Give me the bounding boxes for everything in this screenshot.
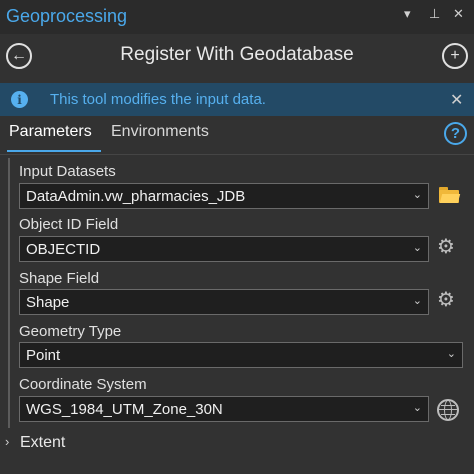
parameters-group-bar (8, 158, 10, 428)
pane-menu-icon[interactable]: ▾ (404, 6, 411, 22)
pane-title: Geoprocessing (6, 6, 128, 26)
chevron-down-icon: ⌄ (446, 348, 456, 360)
geometry-type-value: Point (26, 347, 61, 364)
object-id-field-dropdown[interactable]: OBJECTID ⌄ (19, 236, 429, 262)
help-icon[interactable]: ? (444, 122, 467, 145)
object-id-field-label: Object ID Field (19, 216, 119, 233)
close-pane-icon[interactable]: ✕ (453, 6, 464, 22)
geometry-type-dropdown[interactable]: Point ⌄ (19, 342, 463, 368)
chevron-down-icon: ⌄ (412, 189, 422, 201)
geometry-type-label: Geometry Type (19, 323, 122, 340)
coordinate-system-label: Coordinate System (19, 376, 147, 393)
input-datasets-value: DataAdmin.vw_pharmacies_JDB (26, 188, 246, 205)
chevron-down-icon: ⌄ (412, 242, 422, 254)
info-icon: i (11, 91, 28, 108)
chevron-down-icon: ⌄ (412, 402, 422, 414)
shape-field-dropdown[interactable]: Shape ⌄ (19, 289, 429, 315)
active-tab-indicator (7, 150, 101, 152)
tab-strip: Parameters Environments ? (0, 116, 474, 154)
add-plus-icon[interactable]: + (442, 43, 468, 69)
title-bar: Geoprocessing ▾ ⊥ ✕ (0, 0, 474, 34)
pin-icon[interactable]: ⊥ (429, 6, 440, 22)
gear-icon[interactable]: ⚙ (437, 290, 455, 310)
chevron-down-icon: ⌄ (412, 295, 422, 307)
chevron-right-icon: › (5, 434, 10, 449)
tab-divider (0, 154, 474, 155)
shape-field-label: Shape Field (19, 270, 100, 287)
coordinate-system-dropdown[interactable]: WGS_1984_UTM_Zone_30N ⌄ (19, 396, 429, 422)
info-message-bar: i This tool modifies the input data. ✕ (0, 83, 474, 116)
shape-field-value: Shape (26, 294, 70, 311)
gear-icon[interactable]: ⚙ (437, 237, 455, 257)
input-datasets-label: Input Datasets (19, 163, 116, 180)
info-close-icon[interactable]: ✕ (450, 90, 463, 110)
globe-icon[interactable] (437, 399, 459, 421)
coordinate-system-value: WGS_1984_UTM_Zone_30N (26, 401, 223, 418)
input-datasets-dropdown[interactable]: DataAdmin.vw_pharmacies_JDB ⌄ (19, 183, 429, 209)
tab-environments[interactable]: Environments (111, 123, 209, 141)
tool-title: Register With Geodatabase (120, 44, 354, 65)
tab-parameters[interactable]: Parameters (9, 123, 92, 141)
extent-label: Extent (20, 434, 66, 451)
extent-expander[interactable]: › Extent (0, 432, 474, 456)
folder-open-icon[interactable] (439, 187, 461, 203)
object-id-field-value: OBJECTID (26, 241, 101, 258)
info-message: This tool modifies the input data. (50, 91, 266, 108)
tool-header: ← Register With Geodatabase + (0, 34, 474, 80)
